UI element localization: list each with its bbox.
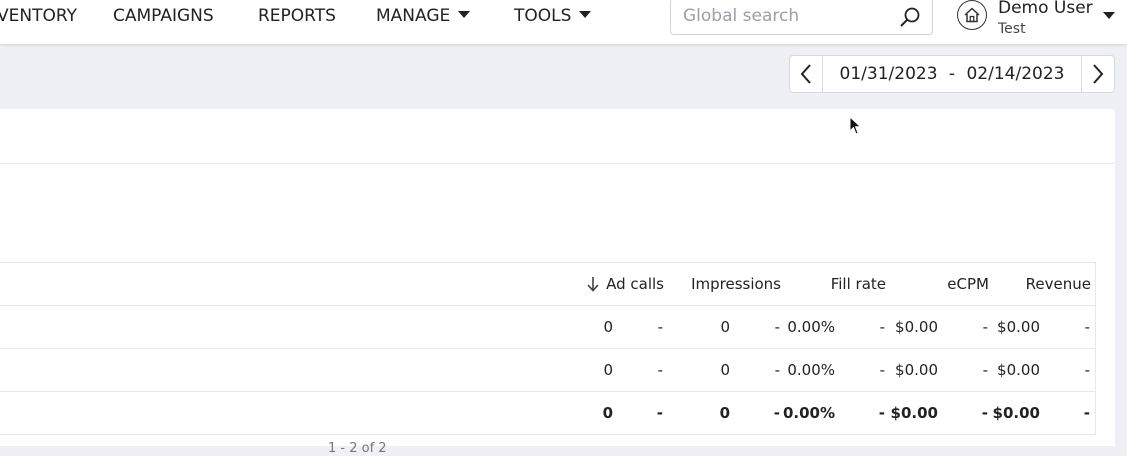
nav-campaigns[interactable]: CAMPAIGNS [113, 6, 214, 26]
global-search [670, 0, 933, 35]
ecpm-change: - [982, 318, 988, 336]
revenue-total-change: - [1083, 404, 1090, 422]
caret-down-icon [579, 10, 592, 18]
top-navigation-bar: VENTORY CAMPAIGNS REPORTS MANAGE TOOLS D… [0, 0, 1127, 44]
column-header-ad-calls[interactable]: Ad calls [586, 263, 664, 305]
fill-rate-value: 0.00% [787, 318, 835, 336]
chevron-down-icon[interactable] [1103, 12, 1115, 19]
revenue-change: - [1084, 361, 1090, 379]
ad-calls-total-change: - [656, 404, 663, 422]
date-range-display[interactable]: 01/31/2023 - 02/14/2023 [823, 56, 1081, 92]
impressions-change: - [774, 361, 780, 379]
fill-rate-total: 0.00% [782, 404, 835, 422]
fill-rate-change: - [879, 361, 885, 379]
nav-manage[interactable]: MANAGE [376, 6, 471, 26]
user-menu[interactable]: Demo User Test [957, 0, 1117, 40]
revenue-change: - [1084, 318, 1090, 336]
fill-rate-change: - [879, 318, 885, 336]
column-header-fill-rate[interactable]: Fill rate [800, 263, 886, 305]
column-header-ecpm[interactable]: eCPM [920, 263, 989, 305]
ecpm-value: $0.00 [895, 361, 938, 379]
revenue-value: $0.00 [997, 318, 1040, 336]
next-period-button[interactable] [1081, 56, 1114, 92]
ad-calls-value: 0 [603, 361, 613, 379]
fill-rate-value: 0.00% [787, 361, 835, 379]
ecpm-value: $0.00 [895, 318, 938, 336]
user-name: Demo User [998, 0, 1093, 18]
user-account: Test [998, 21, 1026, 37]
nav-inventory[interactable]: VENTORY [0, 6, 77, 26]
impressions-change: - [774, 318, 780, 336]
table-total-row: 0 - 0 - 0.00% - $0.00 - $0.00 - [0, 392, 1095, 435]
ecpm-total: $0.00 [890, 404, 938, 422]
ad-calls-total: 0 [602, 404, 613, 422]
revenue-value: $0.00 [997, 361, 1040, 379]
impressions-value: 0 [720, 318, 730, 336]
pagination-info: 1 - 2 of 2 [328, 441, 387, 456]
ecpm-change: - [982, 361, 988, 379]
revenue-total: $0.00 [992, 404, 1040, 422]
nav-reports[interactable]: REPORTS [258, 6, 336, 26]
search-icon[interactable] [898, 5, 922, 29]
column-label: Ad calls [606, 275, 664, 293]
column-header-impressions[interactable]: Impressions [681, 263, 781, 305]
home-icon [957, 0, 987, 30]
caret-down-icon [458, 10, 471, 18]
nav-manage-label: MANAGE [376, 6, 451, 26]
search-input[interactable] [683, 3, 883, 29]
table-row[interactable]: 0 - 0 - 0.00% - $0.00 - $0.00 - [0, 306, 1095, 349]
previous-period-button[interactable] [790, 56, 823, 92]
divider [0, 163, 1115, 164]
report-table: Ad calls Impressions Fill rate eCPM Reve… [0, 262, 1096, 435]
table-row[interactable]: 0 - 0 - 0.00% - $0.00 - $0.00 - [0, 349, 1095, 392]
end-date: 02/14/2023 [966, 64, 1065, 84]
nav-tools-label: TOOLS [514, 6, 572, 26]
start-date: 01/31/2023 [839, 64, 938, 84]
date-separator: - [948, 64, 956, 84]
ad-calls-change: - [657, 361, 663, 379]
impressions-total: 0 [719, 404, 730, 422]
chevron-right-icon [1093, 64, 1104, 84]
ad-calls-change: - [657, 318, 663, 336]
table-header: Ad calls Impressions Fill rate eCPM Reve… [0, 263, 1095, 306]
mouse-pointer-icon [849, 116, 862, 135]
report-panel: Ad calls Impressions Fill rate eCPM Reve… [0, 109, 1115, 446]
arrow-down-icon [587, 276, 599, 292]
chevron-left-icon [800, 64, 811, 84]
nav-tools[interactable]: TOOLS [514, 6, 592, 26]
date-range-picker: 01/31/2023 - 02/14/2023 [789, 55, 1115, 93]
ad-calls-value: 0 [603, 318, 613, 336]
impressions-value: 0 [720, 361, 730, 379]
column-header-revenue[interactable]: Revenue [1010, 263, 1091, 305]
